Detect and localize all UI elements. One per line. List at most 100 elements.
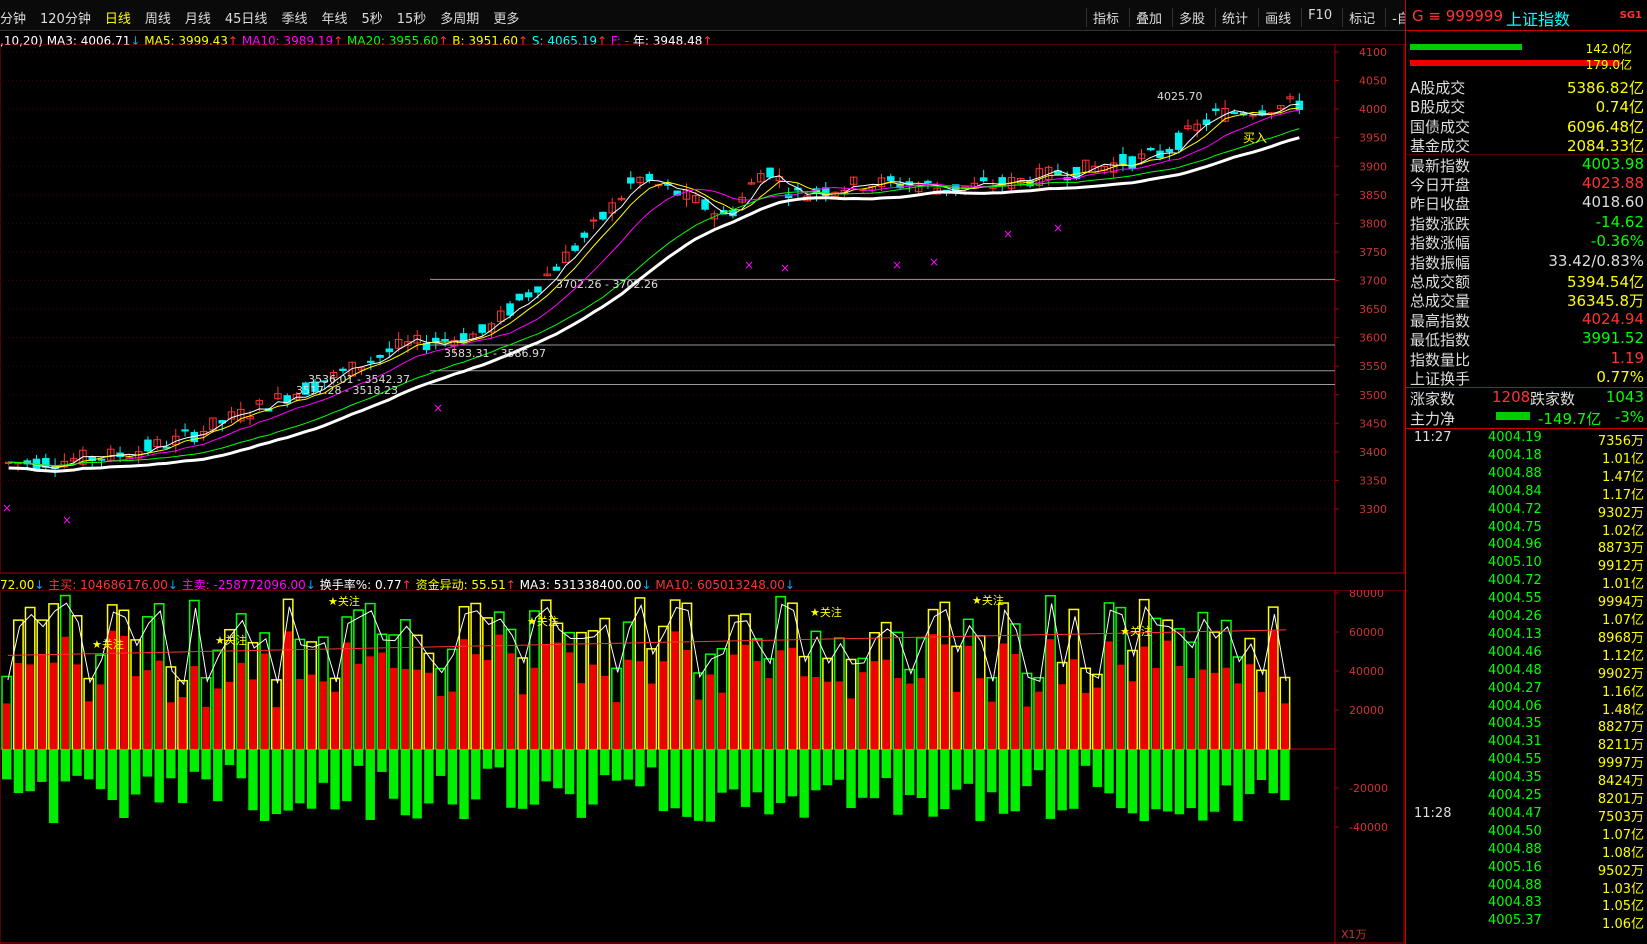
main-buy-bar xyxy=(741,644,750,749)
main-buy-bar xyxy=(601,675,609,749)
signal-marker: × xyxy=(62,513,72,527)
main-buy-bar xyxy=(1058,684,1066,749)
period-tab-3[interactable]: 周线 xyxy=(145,8,171,27)
stat-row: 最低指数 3991.52 xyxy=(1410,329,1644,349)
price-axis-label: 3700 xyxy=(1359,275,1387,288)
main-buy-bar xyxy=(319,681,328,749)
main-flow-pct: -3% xyxy=(1614,408,1644,426)
main-buy-bar xyxy=(425,672,433,749)
tick-price: 4005.37 xyxy=(1488,913,1542,929)
main-sell-bar xyxy=(1045,749,1056,819)
main-sell-bar xyxy=(928,749,938,817)
price-axis-label: 3500 xyxy=(1359,389,1387,402)
quote-side-panel: G ≡ 999999 上证指数 SG1 142.0亿 179.0亿 A股成交 53… xyxy=(1405,0,1647,944)
candle-body xyxy=(924,180,932,184)
main-sell-bar xyxy=(142,749,153,777)
period-tab-1[interactable]: 120分钟 xyxy=(40,8,91,27)
function-tab-5[interactable]: F10 xyxy=(1301,8,1332,27)
main-sell-bar xyxy=(916,749,927,798)
stat-value: 4018.60 xyxy=(1581,193,1644,212)
main-sell-bar xyxy=(576,749,587,818)
function-tab-6[interactable]: 标记 xyxy=(1342,8,1375,27)
main-sell-bar xyxy=(682,749,692,817)
tick-price: 4005.16 xyxy=(1488,859,1542,875)
tick-price: 4004.35 xyxy=(1488,770,1542,786)
stat-row: B股成交 0.74亿 xyxy=(1410,96,1644,116)
price-axis-label: 3300 xyxy=(1359,503,1387,516)
function-tab-3[interactable]: 统计 xyxy=(1215,8,1248,27)
main-buy-bar xyxy=(1210,672,1219,749)
volume-chart[interactable]: 80000 60000 40000 20000 -20000 -40000 X1万 ★关注 ★关… xyxy=(0,590,1405,944)
tick-price: 4004.46 xyxy=(1488,644,1542,660)
candle-body xyxy=(181,429,189,432)
period-tab-8[interactable]: 5秒 xyxy=(361,8,382,27)
period-tab-5[interactable]: 45日线 xyxy=(225,8,268,27)
main-sell-bar xyxy=(389,749,399,799)
main-sell-bar xyxy=(564,749,575,795)
quote-header: G ≡ 999999 上证指数 SG1 xyxy=(1406,0,1647,31)
tick-price: 4004.83 xyxy=(1488,895,1542,911)
period-tab-10[interactable]: 多周期 xyxy=(440,8,479,27)
main-sell-bar xyxy=(518,749,528,809)
candle-body xyxy=(1174,132,1183,150)
function-tab-1[interactable]: 叠加 xyxy=(1129,8,1162,27)
main-buy-bar xyxy=(61,636,70,749)
main-sell-bar xyxy=(1233,749,1243,821)
main-sell-bar xyxy=(776,749,786,803)
tick-row: 4004.13 8968万 xyxy=(1406,627,1647,646)
main-buy-bar xyxy=(237,662,245,749)
price-annotation: 3517.28 - 3518.23 xyxy=(296,384,398,397)
main-sell-bar xyxy=(647,749,657,768)
main-sell-bar xyxy=(295,749,305,804)
main-buy-bar xyxy=(3,703,11,749)
stat-label: 指数涨幅 xyxy=(1410,234,1471,253)
period-tab-6[interactable]: 季线 xyxy=(281,8,307,27)
tick-price: 4004.18 xyxy=(1488,447,1542,463)
tick-row: 4005.37 1.06亿 xyxy=(1406,913,1647,932)
candle-body xyxy=(441,338,449,341)
candle-body xyxy=(1165,148,1174,153)
stat-value: 33.42/0.83% xyxy=(1548,251,1644,270)
main-buy-bar xyxy=(1175,666,1184,749)
vol-axis-label: 20000 xyxy=(1349,704,1384,717)
main-sell-bar xyxy=(693,749,704,821)
main-buy-bar xyxy=(882,659,890,749)
main-sell-bar xyxy=(893,749,903,815)
signal-marker: × xyxy=(780,261,790,275)
main-sell-bar xyxy=(1080,749,1091,766)
stat-row: 上证换手 0.77% xyxy=(1406,368,1647,388)
period-tab-0[interactable]: 分钟 xyxy=(0,8,26,27)
candle-body xyxy=(1212,108,1220,112)
function-tab-2[interactable]: 多股 xyxy=(1172,8,1205,27)
period-tab-11[interactable]: 更多 xyxy=(493,8,519,27)
main-buy-bar xyxy=(202,706,210,749)
tick-row: 4004.55 9997万 xyxy=(1406,752,1647,771)
period-tab-2[interactable]: 日线 xyxy=(105,8,131,27)
period-tab-4[interactable]: 月线 xyxy=(185,8,211,27)
main-buy-bar xyxy=(390,667,398,749)
main-buy-bar xyxy=(683,649,691,749)
main-buy-bar xyxy=(788,647,797,749)
main-sell-bar xyxy=(201,749,211,780)
function-tab-4[interactable]: 画线 xyxy=(1258,8,1291,27)
candlestick-chart[interactable]: 4100 4050 4000 3950 3900 3850 3800 3750 3700 3650… xyxy=(0,44,1405,574)
stat-row: 指数量比 1.19 xyxy=(1410,349,1644,369)
main-sell-bar xyxy=(975,749,985,822)
period-tab-9[interactable]: 15秒 xyxy=(397,8,427,27)
tick-row: 4004.25 8201万 xyxy=(1406,788,1647,807)
main-sell-bar xyxy=(435,749,446,776)
stat-label: 昨日收盘 xyxy=(1410,195,1471,214)
main-buy-bar xyxy=(354,663,363,749)
function-tab-0[interactable]: 指标 xyxy=(1086,8,1119,27)
tick-volume: 1.02亿 xyxy=(1602,523,1644,539)
main-sell-bar xyxy=(541,749,551,782)
main-sell-bar xyxy=(1010,749,1020,812)
tick-row: 4004.75 1.02亿 xyxy=(1406,520,1647,539)
candle-body xyxy=(1147,147,1155,151)
period-tab-7[interactable]: 年线 xyxy=(321,8,347,27)
vol-axis-label: 40000 xyxy=(1349,665,1384,678)
candle-body xyxy=(1249,114,1257,117)
price-axis-label: 4100 xyxy=(1359,46,1387,59)
main-sell-bar xyxy=(1092,749,1103,787)
tick-row: 4004.27 1.16亿 xyxy=(1406,681,1647,700)
